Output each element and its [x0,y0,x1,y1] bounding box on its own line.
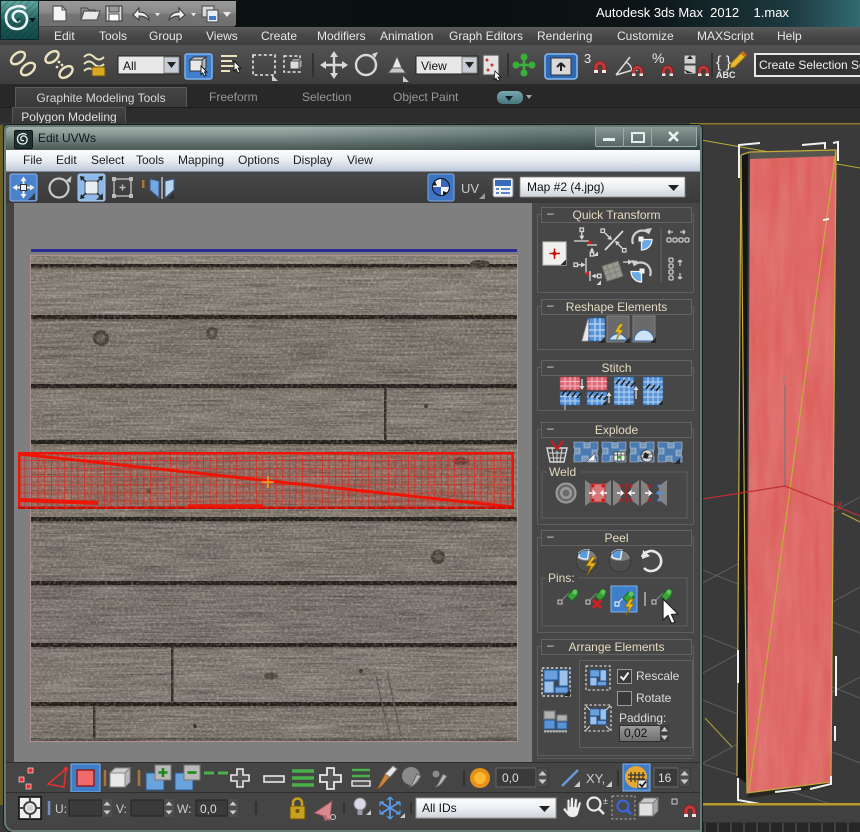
svg-text:0,0: 0,0 [200,802,217,816]
svg-text:All IDs: All IDs [422,801,457,815]
svg-text:y: y [837,499,842,510]
svg-text:Map #2 (4.jpg): Map #2 (4.jpg) [527,180,604,194]
svg-text:0,0: 0,0 [502,771,519,785]
svg-text:V:: V: [116,802,127,816]
svg-text:W:: W: [177,802,191,816]
svg-text:UV: UV [461,181,479,196]
svg-text:Weld: Weld [549,465,576,479]
svg-text:3: 3 [584,51,591,66]
svg-text:z: z [782,373,787,383]
svg-text:16: 16 [658,771,672,785]
svg-text:Create Selection Se: Create Selection Se [759,58,860,72]
svg-text:XY,: XY, [586,771,605,786]
svg-text:±: ± [603,796,608,806]
svg-text:View: View [421,59,447,73]
svg-text:All: All [123,59,136,73]
svg-text:ABC: ABC [716,70,736,80]
svg-text:U:: U: [55,802,67,816]
svg-text:%: % [652,50,664,66]
svg-text:Pins:: Pins: [548,571,575,585]
